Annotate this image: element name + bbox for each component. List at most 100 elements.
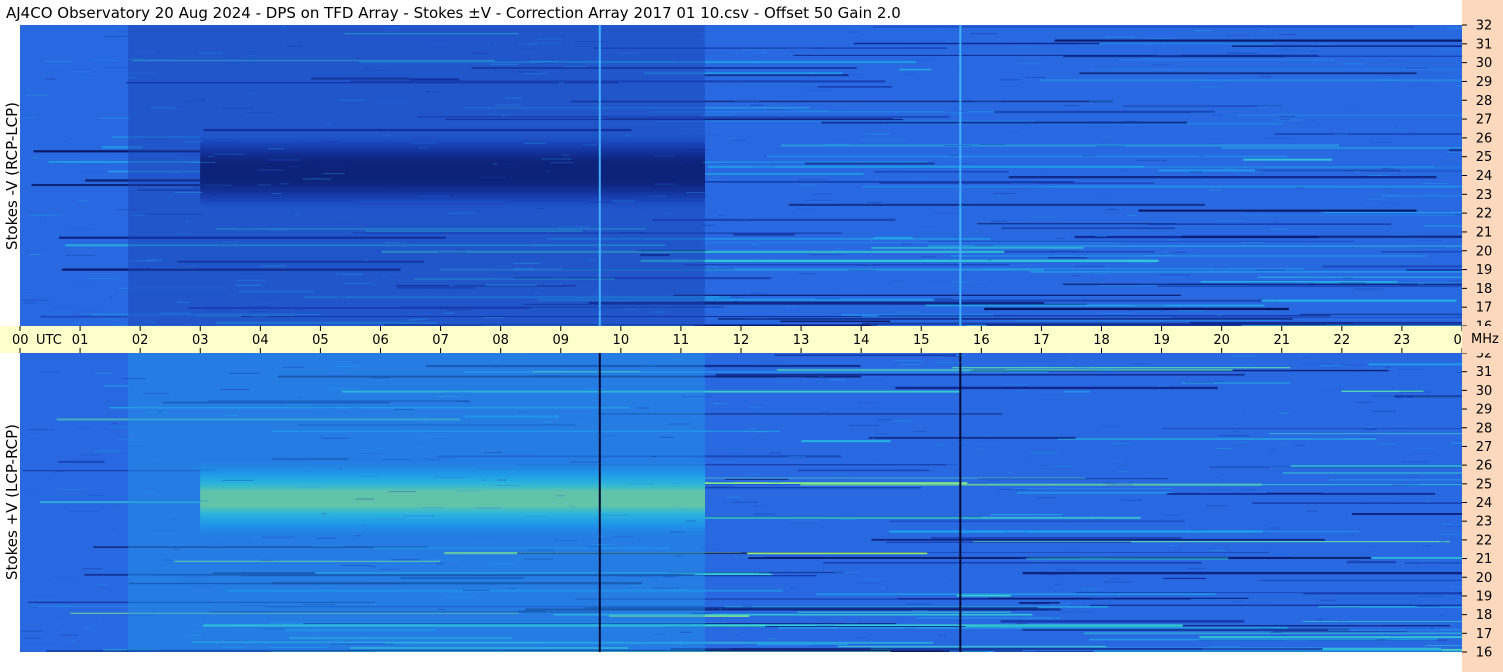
noise-speck [776,376,806,378]
noise-speck [136,51,155,53]
freq-tick-label: 18 [1476,608,1493,623]
noise-speck [670,482,682,484]
noise-speck [622,576,654,578]
noise-speck [1387,60,1406,62]
noise-speck [1019,390,1028,392]
noise-speck [1204,179,1209,181]
noise-speck [193,631,204,633]
noise-speck [687,149,709,151]
noise-speck [1379,555,1383,557]
noise-speck [479,176,506,178]
noise-speck [951,113,961,115]
rfi-streak [57,460,105,463]
time-axis-canvas: 00 01 02 03 04 05 06 07 08 09 10 11 12 13 14 15 16 17 18 19… [12,326,1462,353]
rfi-streak [788,203,1205,206]
noise-speck [1224,81,1230,82]
noise-speck [1348,560,1360,561]
noise-speck [1357,356,1378,358]
noise-speck [859,278,864,280]
noise-speck [1274,221,1279,223]
noise-speck [522,516,549,518]
noise-speck [665,378,681,380]
noise-speck [1401,461,1428,463]
noise-speck [974,449,989,450]
freq-tick-label: 27 [1476,113,1493,128]
noise-speck [1002,532,1030,534]
noise-speck [678,644,683,645]
noise-speck [190,586,214,588]
rfi-streak [774,354,957,357]
noise-speck [363,68,376,69]
noise-speck [905,603,931,605]
noise-speck [1087,506,1118,508]
noise-speck [1450,586,1462,588]
noise-speck [958,163,976,164]
rfi-streak [1148,223,1392,225]
noise-speck [913,59,937,60]
rfi-streak [1000,620,1245,623]
noise-speck [377,102,409,104]
noise-speck [669,531,686,533]
noise-speck [1010,182,1036,184]
noise-speck [1104,581,1134,583]
time-tick-label: 20 [1213,333,1230,348]
noise-speck [750,428,757,430]
noise-speck [483,317,505,319]
noise-speck [1126,214,1137,216]
noise-speck [1455,214,1462,216]
rfi-streak [1222,114,1462,117]
noise-speck [636,407,650,409]
noise-speck [1118,470,1128,472]
noise-speck [249,172,279,174]
noise-speck [558,226,591,228]
noise-speck [362,70,388,72]
noise-speck [990,225,996,227]
time-tick-label: 14 [853,333,870,348]
noise-speck [214,541,224,543]
noise-speck [31,599,62,601]
noise-speck [428,559,460,561]
noise-speck [1212,59,1241,61]
noise-speck [654,155,674,157]
rfi-streak [702,241,1116,244]
noise-speck [543,55,564,57]
noise-speck [1256,269,1286,271]
noise-speck [296,397,301,399]
noise-speck [84,628,93,630]
noise-speck [133,397,139,399]
noise-speck [816,625,835,627]
noise-speck [758,572,769,574]
rfi-streak [899,68,932,71]
noise-speck [1276,388,1279,390]
noise-speck [1213,266,1227,268]
noise-speck [1343,277,1354,279]
noise-speck [1029,452,1057,454]
noise-speck [612,200,636,202]
noise-speck [709,272,720,274]
noise-speck [998,488,1029,490]
noise-speck [1270,228,1288,230]
noise-speck [1099,425,1122,427]
noise-speck [1081,557,1108,559]
noise-speck [296,486,322,488]
noise-speck [1232,355,1257,357]
noise-speck [442,167,454,169]
noise-speck [707,265,719,267]
noise-speck [1205,505,1228,507]
noise-speck [1245,489,1257,491]
noise-speck [910,382,925,383]
noise-speck [790,519,821,521]
rfi-streak [1077,42,1273,45]
noise-speck [754,513,775,515]
noise-speck [1093,519,1103,521]
noise-speck [910,45,914,47]
noise-speck [1334,133,1348,135]
noise-speck [244,112,277,113]
rfi-streak [1448,149,1462,152]
rfi-streak [950,255,1428,257]
noise-speck [1432,383,1439,385]
noise-speck [1412,397,1422,399]
noise-speck [667,261,691,263]
noise-speck [1140,57,1158,59]
noise-speck [196,98,206,100]
